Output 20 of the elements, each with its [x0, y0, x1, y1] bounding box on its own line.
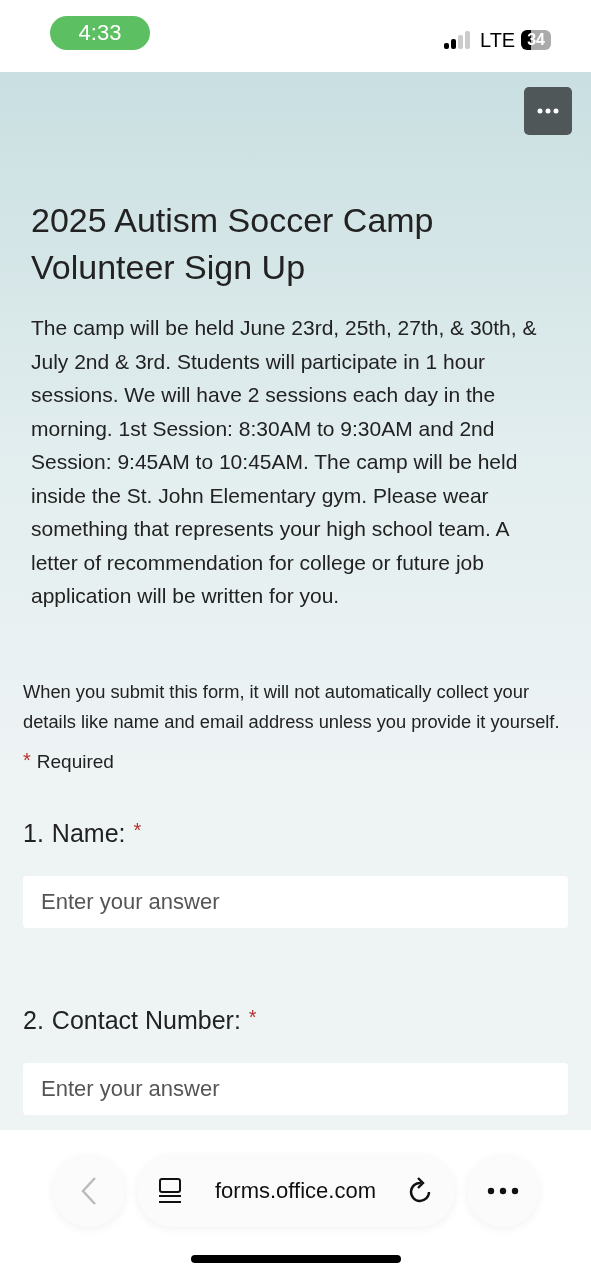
question-label: Name: [51, 818, 126, 848]
required-label: Required [36, 750, 114, 773]
more-icon [486, 1187, 519, 1195]
answer-field[interactable]: Enter your answer [23, 1062, 568, 1115]
form-title: 2025 Autism Soccer Camp Volunteer Sign Up [31, 200, 435, 288]
address-bar[interactable]: forms.office.com [136, 1155, 455, 1227]
required-asterisk: * [23, 748, 31, 772]
question-number: 2. [23, 1005, 44, 1035]
page-icon [156, 1177, 183, 1205]
answer-field[interactable]: Enter your answer [23, 875, 568, 928]
question-number: 1. [23, 818, 44, 848]
network-label: LTE [480, 28, 516, 52]
required-asterisk: * [248, 1005, 257, 1029]
form-description: The camp will be held June 23rd, 25th, 27th, & 30th, & July 2nd & 3rd. Students will participate in 1 hour sessions. We will have 2 sessions each day in the morning. 1st Session: 8:30AM to 9:30AM and 2nd Session: 9:45AM to 10:45AM. The camp will be held inside the St. John Elementary gym. Please wear something that represents your high school team. A letter of recommendation for college or future job application will be written for you. [31, 315, 538, 609]
clock-time: 4:33 [50, 16, 150, 50]
more-button[interactable] [524, 87, 572, 135]
question-label: Contact Number: [51, 1005, 241, 1035]
more-icon [537, 108, 559, 114]
privacy-notice: When you submit this form, it will not automatically collect your details like name and email address unless you provide it yourself. [23, 679, 561, 734]
required-asterisk: * [133, 818, 142, 842]
